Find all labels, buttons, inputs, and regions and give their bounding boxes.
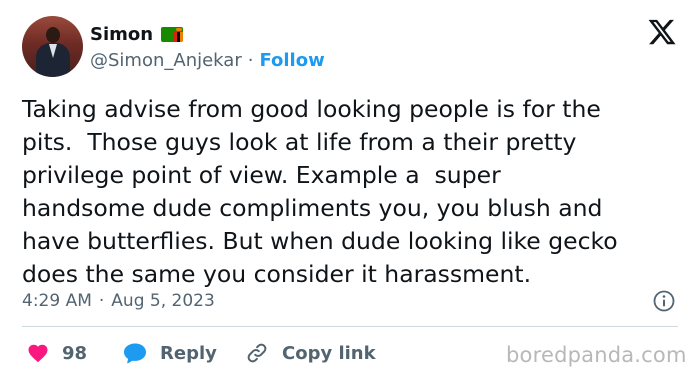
avatar[interactable] — [22, 16, 83, 77]
separator-dot: · — [98, 291, 105, 311]
like-count: 98 — [62, 342, 88, 364]
reply-button[interactable]: Reply — [122, 341, 217, 365]
zambia-flag-icon — [161, 26, 184, 42]
link-icon — [247, 343, 267, 363]
separator-dot: · — [247, 49, 254, 71]
watermark: boredpanda.com — [506, 343, 687, 367]
tweet-card: Simon @Simon_Anjekar · Follow Taking adv… — [0, 0, 700, 379]
tweet-meta: 4:29 AM · Aug 5, 2023 — [22, 289, 215, 313]
author-handle-row: @Simon_Anjekar · Follow — [90, 49, 325, 71]
tweet-date[interactable]: Aug 5, 2023 — [111, 291, 215, 311]
tweet-time[interactable]: 4:29 AM — [22, 291, 92, 311]
tweet-text: Taking advise from good looking people i… — [22, 95, 618, 288]
author-name-row: Simon — [90, 22, 184, 46]
like-button[interactable]: 98 — [26, 341, 87, 365]
x-logo-icon[interactable] — [647, 17, 677, 47]
copy-link-button[interactable]: Copy link — [244, 341, 376, 365]
heart-icon — [28, 344, 48, 363]
follow-button[interactable]: Follow — [259, 50, 324, 71]
reply-label: Reply — [160, 342, 217, 364]
author-display-name[interactable]: Simon — [90, 24, 153, 45]
reply-bubble-icon — [124, 343, 146, 364]
author-handle[interactable]: @Simon_Anjekar — [90, 50, 242, 71]
copy-link-label: Copy link — [282, 342, 376, 364]
divider — [22, 326, 678, 327]
avatar-head — [46, 27, 60, 43]
info-icon[interactable] — [652, 289, 676, 313]
